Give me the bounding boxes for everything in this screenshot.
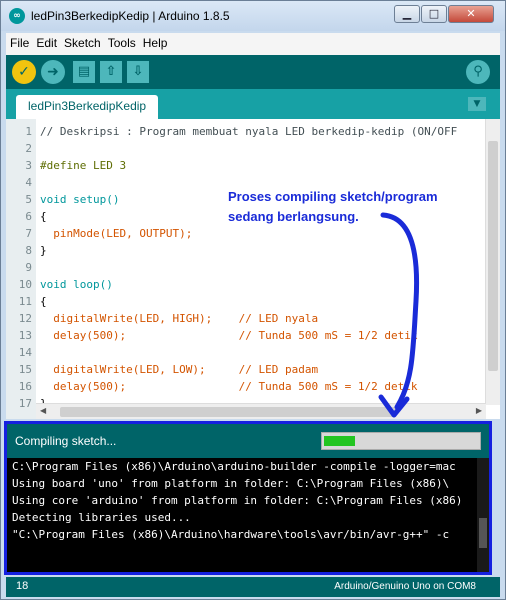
code-line: 3 #define LED 3 xyxy=(25,159,127,172)
console-line: Using core 'arduino' from platform in fo… xyxy=(12,494,463,507)
scroll-right-icon[interactable]: ▶ xyxy=(476,406,482,415)
console-line: C:\Program Files (x86)\Arduino\arduino-b… xyxy=(12,460,456,473)
open-icon[interactable]: ⇧ xyxy=(100,61,122,83)
close-button[interactable]: ✕ xyxy=(448,5,494,23)
console-panel: Compiling sketch... C:\Program Files (x8… xyxy=(4,421,492,575)
compile-progress-fill xyxy=(324,436,355,446)
serial-monitor-icon[interactable]: ⚲ xyxy=(466,60,490,84)
annotation-line-1: Proses compiling sketch/program xyxy=(228,189,438,204)
status-bar: 18 Arduino/Genuino Uno on COM8 xyxy=(6,577,500,597)
menu-sketch[interactable]: Sketch xyxy=(60,33,104,50)
console-line: Using board 'uno' from platform in folde… xyxy=(12,477,450,490)
code-line: 1// Deskripsi : Program membuat nyala LE… xyxy=(25,125,458,138)
console-output[interactable]: C:\Program Files (x86)\Arduino\arduino-b… xyxy=(7,458,489,572)
scroll-left-icon[interactable]: ◀ xyxy=(40,406,46,415)
window-title: ledPin3BerkedipKedip | Arduino 1.8.5 xyxy=(31,9,230,23)
compile-status: Compiling sketch... xyxy=(15,434,117,448)
current-line-number: 18 xyxy=(16,580,29,592)
console-scrollbar[interactable] xyxy=(477,458,489,572)
tab-sketch[interactable]: ledPin3BerkedipKedip xyxy=(16,95,159,119)
maximize-button[interactable]: □ xyxy=(421,5,447,23)
new-icon[interactable]: ▤ xyxy=(73,61,95,83)
vertical-scrollbar[interactable] xyxy=(485,119,500,405)
tab-menu-icon[interactable]: ▼ xyxy=(468,97,486,111)
menu-edit[interactable]: Edit xyxy=(32,33,60,50)
console-line: Detecting libraries used... xyxy=(12,511,191,524)
save-icon[interactable]: ⇩ xyxy=(127,61,149,83)
menu-file[interactable]: File xyxy=(6,33,32,50)
minimize-button[interactable]: ▁ xyxy=(394,5,420,23)
console-line: "C:\Program Files (x86)\Arduino\hardware… xyxy=(12,528,450,541)
arduino-app-icon: ∞ xyxy=(9,8,25,24)
horizontal-scroll-thumb[interactable] xyxy=(60,407,396,417)
compile-progress-bar xyxy=(321,432,481,450)
toolbar: ✓ ➜ ▤ ⇧ ⇩ ⚲ xyxy=(6,55,500,89)
board-port-info: Arduino/Genuino Uno on COM8 xyxy=(334,581,476,592)
console-scroll-thumb[interactable] xyxy=(479,518,487,548)
menu-help[interactable]: Help xyxy=(139,33,171,50)
title-bar: ∞ ledPin3BerkedipKedip | Arduino 1.8.5 ▁… xyxy=(1,1,505,31)
vertical-scroll-thumb[interactable] xyxy=(488,141,498,371)
menu-bar: File Edit Sketch Tools Help xyxy=(6,33,500,55)
verify-icon[interactable]: ✓ xyxy=(12,60,36,84)
code-line: 2 xyxy=(25,142,32,155)
annotation-arrow-icon xyxy=(378,212,420,418)
console-header: Compiling sketch... xyxy=(7,424,489,458)
upload-icon[interactable]: ➜ xyxy=(41,60,65,84)
arduino-ide-window: ∞ ledPin3BerkedipKedip | Arduino 1.8.5 ▁… xyxy=(0,0,506,600)
tab-bar: ledPin3BerkedipKedip ▼ xyxy=(6,89,500,119)
menu-tools[interactable]: Tools xyxy=(104,33,139,50)
